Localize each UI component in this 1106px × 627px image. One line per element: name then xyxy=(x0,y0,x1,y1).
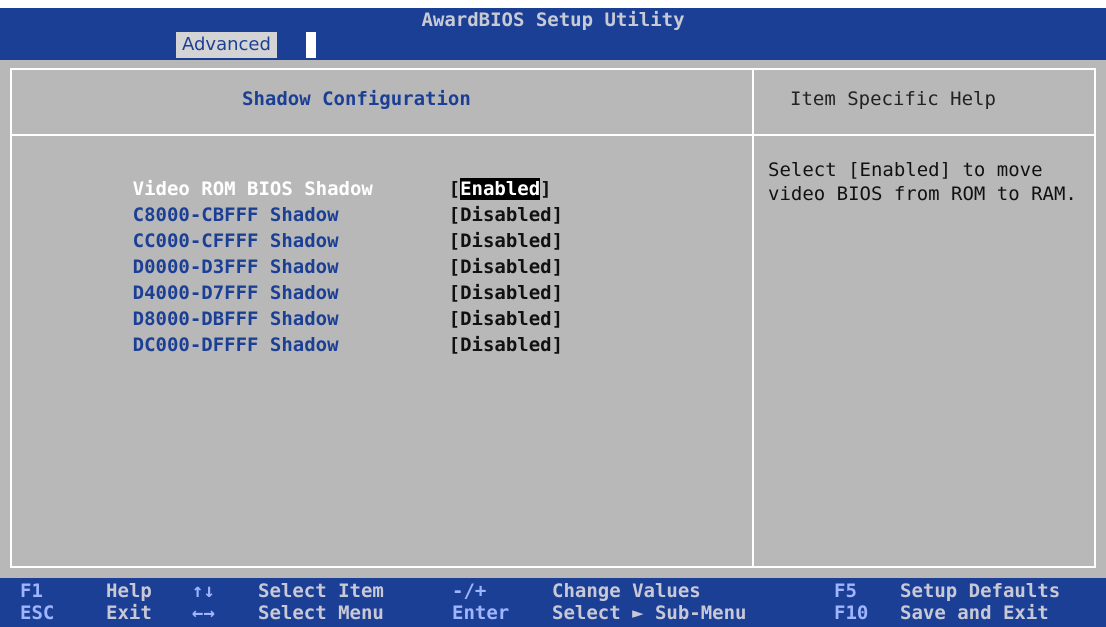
key-f1: F1 xyxy=(20,580,43,602)
tab-advanced[interactable]: Advanced xyxy=(176,32,277,58)
options-list: Video ROM BIOS Shadow [Enabled] C8000-CBF… xyxy=(64,150,563,356)
option-label: D8000-DBFFF Shadow xyxy=(132,308,339,330)
app-title: AwardBIOS Setup Utility xyxy=(0,8,1106,32)
key-f5: F5 xyxy=(834,580,857,602)
key-minus-plus: -/+ xyxy=(452,580,487,602)
option-label: Video ROM BIOS Shadow xyxy=(132,178,373,200)
tab-bar: Advanced xyxy=(0,32,1106,60)
left-right-arrows-icon: ←→ xyxy=(192,602,215,624)
option-label: C8000-CBFFF Shadow xyxy=(132,204,339,226)
key-f10: F10 xyxy=(834,602,869,624)
select-submenu-label: Select ► Sub-Menu xyxy=(552,602,747,624)
help-title: Item Specific Help xyxy=(790,88,996,110)
save-exit-label: Save and Exit xyxy=(900,602,1049,624)
up-down-arrows-icon: ↑↓ xyxy=(192,580,215,602)
option-value[interactable]: [Disabled] xyxy=(449,254,563,280)
option-value[interactable]: [Enabled] xyxy=(449,176,552,202)
help-text: Select [Enabled] to move video BIOS from… xyxy=(768,159,1077,205)
select-item-label: Select Item xyxy=(258,580,384,602)
setup-defaults-label: Setup Defaults xyxy=(900,580,1061,602)
option-label: CC000-CFFFF Shadow xyxy=(132,230,339,252)
top-margin xyxy=(0,0,1106,8)
value-selected[interactable]: Enabled xyxy=(460,178,541,200)
option-value[interactable]: [Disabled] xyxy=(449,202,563,228)
help-label: Help xyxy=(106,580,152,602)
option-value[interactable]: [Disabled] xyxy=(449,332,563,358)
footer-keys: F1 Help ↑↓ Select Item -/+ Change Values… xyxy=(0,578,1106,627)
main-panel: Shadow Configuration Item Specific Help … xyxy=(0,60,1106,578)
option-value[interactable]: [Disabled] xyxy=(449,280,563,306)
tab-accent xyxy=(306,32,316,58)
option-value[interactable]: [Disabled] xyxy=(449,306,563,332)
value-bracket-open: [ xyxy=(448,178,461,200)
select-menu-label: Select Menu xyxy=(258,602,384,624)
option-label: D4000-D7FFF Shadow xyxy=(132,282,339,304)
option-value[interactable]: [Disabled] xyxy=(449,228,563,254)
vertical-divider xyxy=(752,70,754,566)
key-enter: Enter xyxy=(452,602,510,624)
option-label: DC000-DFFFF Shadow xyxy=(132,334,339,356)
option-row-video-rom[interactable]: Video ROM BIOS Shadow [Enabled] xyxy=(64,150,563,200)
change-values-label: Change Values xyxy=(552,580,701,602)
exit-label: Exit xyxy=(106,602,152,624)
horizontal-divider xyxy=(12,134,1094,136)
key-esc: ESC xyxy=(20,602,55,624)
value-bracket-close: ] xyxy=(540,178,552,200)
panel-title: Shadow Configuration xyxy=(242,88,471,110)
option-label: D0000-D3FFF Shadow xyxy=(132,256,339,278)
